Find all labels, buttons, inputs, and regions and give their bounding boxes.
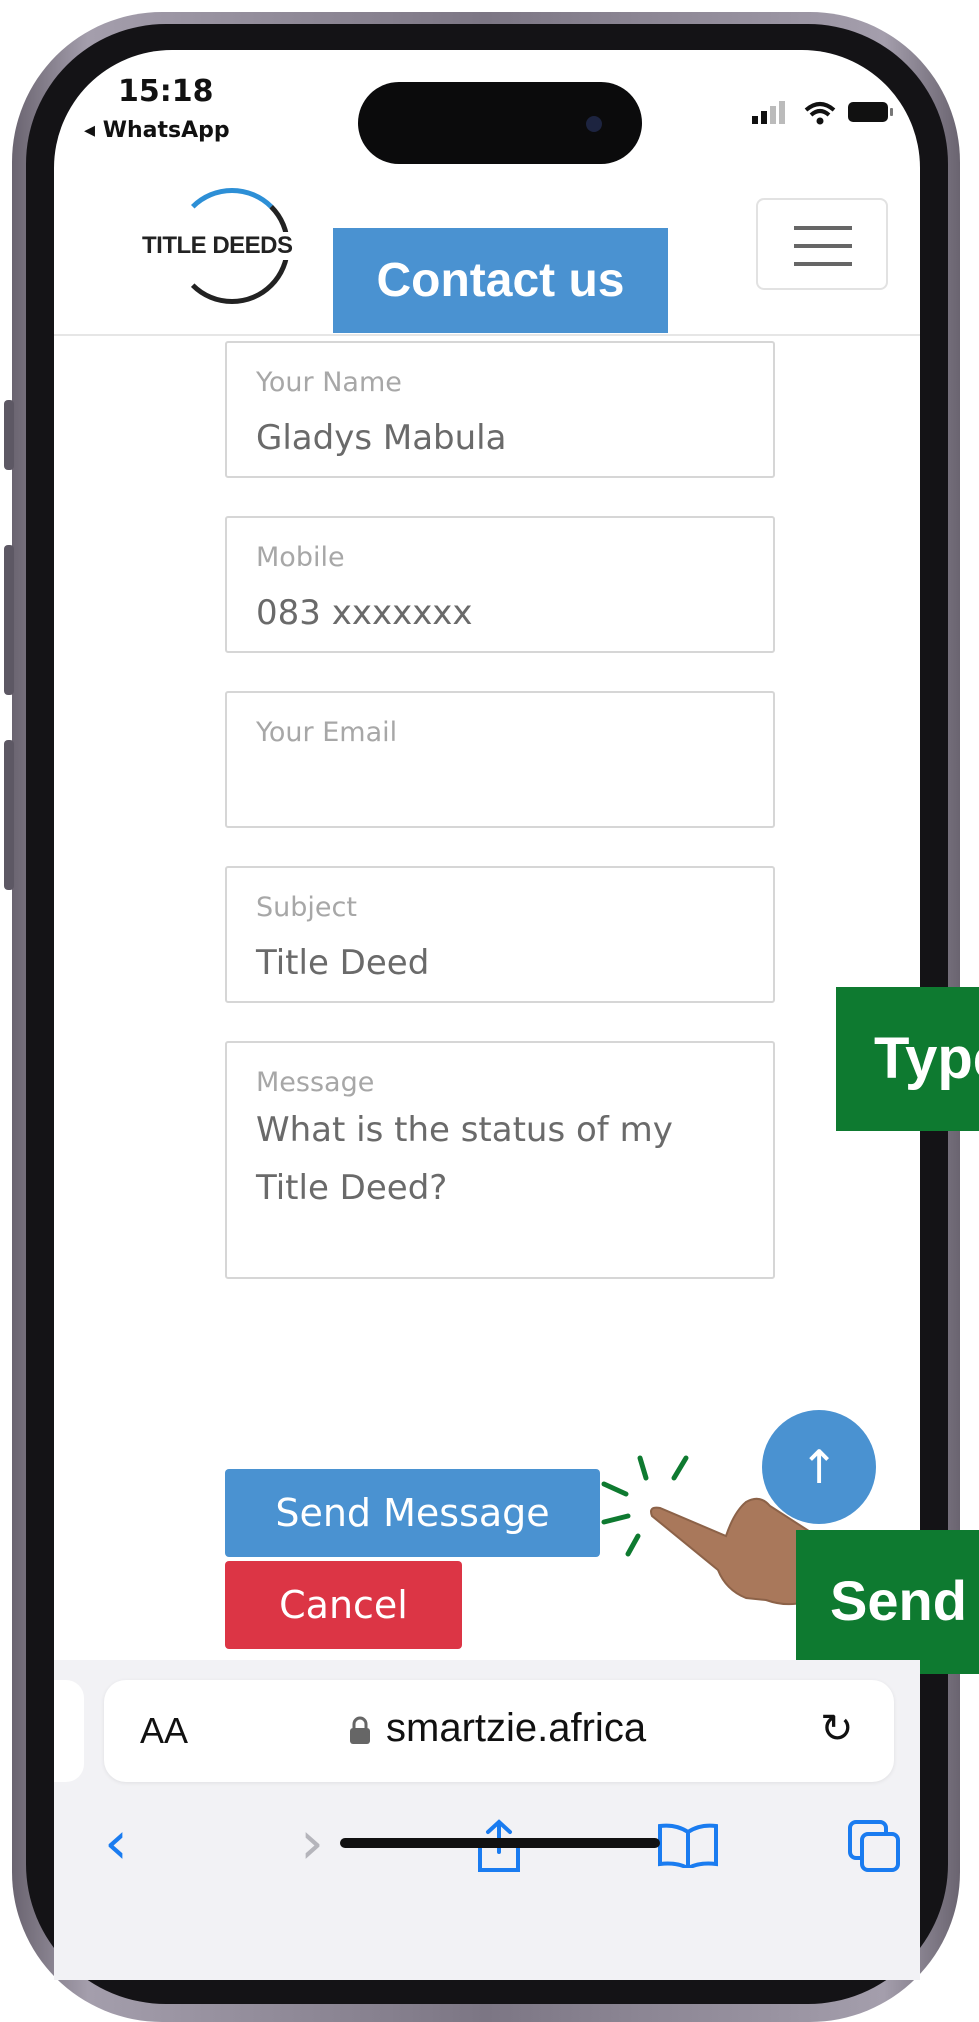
message-value: What is the status of my Title Deed? [256, 1110, 673, 1208]
phone-side-button [4, 400, 14, 470]
previous-tab-stub[interactable] [54, 1680, 84, 1782]
name-value: Gladys Mabula [256, 418, 507, 458]
status-time: 15:18 [118, 74, 214, 109]
mobile-value: 083 xxxxxxx [256, 593, 473, 633]
bookmarks-icon[interactable] [656, 1822, 720, 1868]
send-message-button[interactable]: Send Message [225, 1469, 600, 1557]
mobile-field[interactable]: Mobile 083 xxxxxxx [225, 516, 775, 653]
message-field[interactable]: Message What is the status of my Title D… [225, 1041, 775, 1279]
tabs-icon[interactable] [846, 1818, 902, 1874]
contact-us-banner: Contact us [333, 228, 668, 333]
hamburger-icon-line [794, 244, 852, 248]
hamburger-icon-line [794, 262, 852, 266]
hamburger-icon [794, 226, 852, 230]
back-to-app-link[interactable]: ◂ WhatsApp [84, 118, 230, 143]
back-icon[interactable]: ‹ [104, 1808, 128, 1878]
volume-down-button [4, 740, 14, 890]
email-field[interactable]: Your Email [225, 691, 775, 828]
header-divider [54, 334, 920, 336]
type-message-annotation: Type your message [836, 987, 979, 1131]
send-annotation: Send [796, 1530, 979, 1674]
forward-icon[interactable]: › [300, 1808, 324, 1878]
url-text[interactable]: smartzie.africa [386, 1706, 646, 1751]
reload-icon[interactable]: ↻ [820, 1706, 854, 1752]
battery-icon [848, 102, 893, 122]
lock-icon [350, 1716, 370, 1744]
camera-icon [586, 116, 602, 132]
signal-icon [752, 101, 785, 124]
mobile-label: Mobile [256, 542, 345, 573]
menu-button[interactable] [756, 198, 888, 290]
subject-value: Title Deed [256, 943, 430, 983]
cancel-button[interactable]: Cancel [225, 1561, 462, 1649]
wifi-icon [804, 102, 836, 125]
site-logo[interactable]: TITLE DEEDS [140, 232, 295, 260]
subject-label: Subject [256, 892, 357, 923]
email-label: Your Email [256, 717, 398, 748]
status-icons [752, 101, 893, 125]
message-label: Message [256, 1067, 375, 1098]
subject-field[interactable]: Subject Title Deed [225, 866, 775, 1003]
volume-up-button [4, 545, 14, 695]
reader-options-button[interactable]: AA [140, 1710, 188, 1752]
name-label: Your Name [256, 367, 402, 398]
home-indicator [340, 1838, 660, 1848]
name-field[interactable]: Your Name Gladys Mabula [225, 341, 775, 478]
